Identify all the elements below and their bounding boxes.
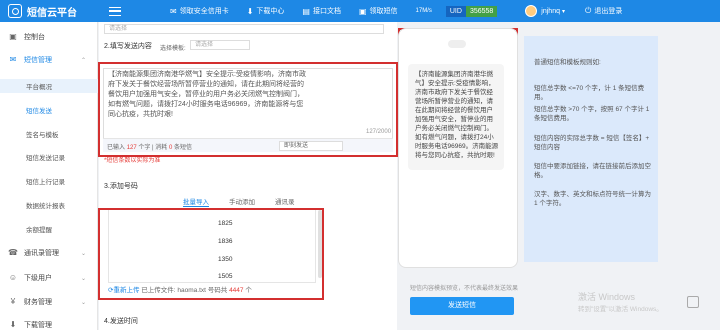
top-select[interactable]: 请选择 (104, 24, 384, 34)
network-speed: 17M/s (415, 8, 432, 14)
section-content-title: 2.填写发送内容 (104, 43, 152, 50)
download-icon: ⬇ (246, 6, 254, 16)
logout-icon: ⏻ (585, 6, 592, 15)
dashboard-icon: ▣ (9, 32, 17, 41)
rule-line: 汉字、数字、英文和标点符号统一计算为 1 个字符。 (534, 191, 651, 207)
top-bar: 短信云平台 ✉ 领取安全信用卡 ⬇ 下载中心 ▤ 接口文档 ▣ 领取短信 17M/s U… (0, 0, 720, 22)
send-sms-button[interactable]: 发送短信 (410, 297, 514, 315)
sidebar-item-finance[interactable]: ¥ 财务管理 ⌄ (0, 297, 98, 307)
menu-toggle-icon[interactable] (109, 6, 121, 16)
template-label: 选择模板: (160, 46, 186, 52)
app-name: 短信云平台 (27, 7, 77, 19)
sidebar-item-sub-users[interactable]: ☺ 下级用户 ⌄ (0, 273, 98, 283)
contacts-icon: ☎ (8, 248, 18, 257)
user-icon: ☺ (8, 273, 18, 282)
mail-icon: ✉ (9, 55, 17, 64)
chevron-down-icon: ⌄ (80, 299, 86, 306)
logout-button[interactable]: ⏻ 退出登录 (585, 6, 622, 16)
section-numbers-title: 3.添加号码 (104, 183, 138, 190)
sidebar-subitem[interactable]: 短信上行记录 (26, 176, 65, 186)
section-time-title: 4.发送时间 (104, 318, 138, 325)
doc-icon: ▤ (302, 6, 310, 16)
topnav-api-docs[interactable]: ▤ 接口文档 (302, 6, 341, 16)
tab-contacts[interactable]: 通讯录 (275, 196, 295, 207)
uid-value: 356558 (465, 5, 498, 17)
sidebar-subitem[interactable]: 平台概况 (26, 81, 52, 91)
sidebar-item-sms[interactable]: ✉ 短信管理 ⌃ (0, 55, 98, 65)
rules-title: 普通短信和模板规则如: (534, 59, 601, 66)
phone-avatar-icon (448, 40, 466, 48)
sidebar-item-dashboard[interactable]: ▣ 控制台 (0, 32, 98, 42)
avatar (525, 5, 538, 17)
preview-note: 短信内容模拟预览，不代表最终发送效果 (410, 286, 519, 292)
username: jnjhnq (541, 7, 560, 15)
chevron-down-icon: ▾ (561, 8, 565, 15)
chevron-down-icon: ⌄ (80, 275, 86, 282)
sidebar-subitem[interactable]: 数据统计报表 (26, 200, 65, 210)
feedback-icon[interactable] (687, 296, 699, 308)
logo-icon (8, 4, 22, 18)
sms-icon: ▣ (358, 6, 367, 16)
download-icon: ⬇ (9, 320, 17, 329)
uid-badge: UID 356558 (445, 5, 498, 17)
card-icon: ✉ (170, 6, 177, 16)
topnav-credit-card[interactable]: ✉ 领取安全信用卡 (170, 6, 229, 16)
tab-manual-add[interactable]: 手动添加 (229, 196, 255, 207)
chevron-down-icon: ⌄ (80, 250, 86, 257)
sidebar-subitem-send[interactable]: 短信发送 (26, 105, 52, 115)
sidebar-subitem[interactable]: 签名与模板 (26, 129, 59, 139)
highlight-box-numbers (98, 208, 324, 300)
number-tabs: 批量导入 手动添加 通讯录 (183, 196, 315, 207)
windows-watermark-title: 激活 Windows (578, 292, 636, 302)
rule-line: 短信中要添加链接，请在链接前后添加空格。 (534, 163, 651, 179)
rule-line: 短信总字数 <=70 个字，计 1 条短信费用。 (534, 85, 645, 101)
finance-icon: ¥ (10, 297, 16, 306)
topnav-download[interactable]: ⬇ 下载中心 (247, 6, 285, 16)
sidebar-subitem[interactable]: 余额提醒 (26, 224, 52, 234)
highlight-box-message (98, 62, 398, 157)
tab-batch-import[interactable]: 批量导入 (183, 196, 209, 207)
chevron-up-icon: ⌃ (80, 57, 86, 64)
windows-watermark-subtitle: 转到"设置"以激活 Windows。 (578, 306, 663, 313)
sidebar-item-contacts[interactable]: ☎ 通讯录管理 ⌄ (0, 248, 98, 258)
preview-text: 【济南能源集团济南港华燃气】安全提示:受疫情影响，济南市政府下发关于餐饮经营场所… (415, 71, 499, 159)
rule-line: 短信内容的实际总字数 = 短信【签名】+ 短信内容 (534, 135, 650, 151)
topnav-get-sms[interactable]: ▣ 领取短信 (359, 6, 398, 16)
template-select[interactable]: 请选择 (190, 40, 250, 50)
rule-line: 短信总字数 >70 个字，按照 67 个字计 1 条短信费用。 (534, 106, 650, 122)
sidebar-subitem[interactable]: 短信发送记录 (26, 152, 65, 162)
user-menu[interactable]: jnjhnq ▾ (525, 5, 565, 17)
sidebar-item-downloads[interactable]: ⬇ 下载管理 (0, 320, 98, 330)
brand[interactable]: 短信云平台 (0, 4, 103, 19)
top-nav: ✉ 领取安全信用卡 ⬇ 下载中心 ▤ 接口文档 ▣ 领取短信 17M/s UID 356… (170, 0, 640, 22)
